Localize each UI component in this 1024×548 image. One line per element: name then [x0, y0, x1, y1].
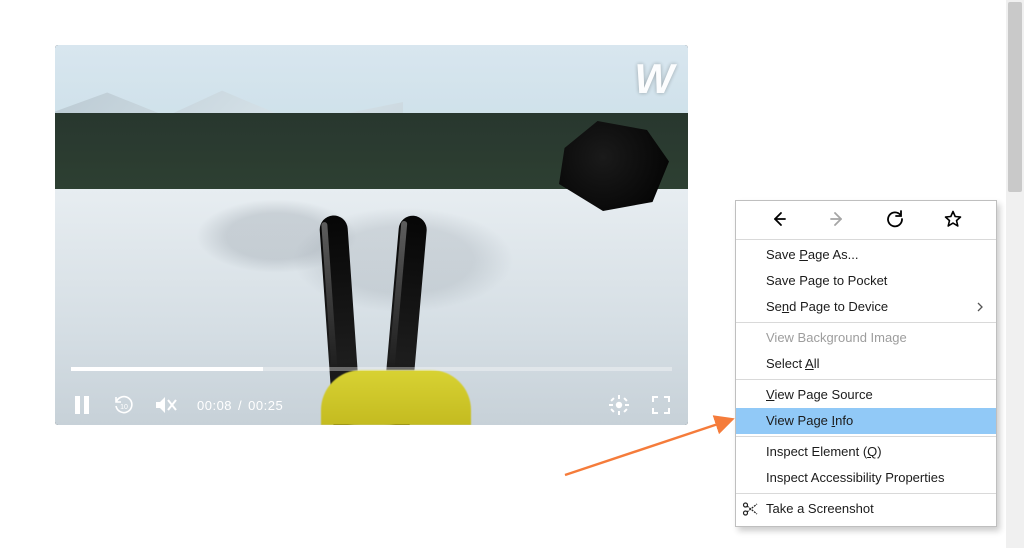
player-controls: 10 00:08 / 00:25: [55, 355, 688, 425]
pause-button[interactable]: [71, 394, 93, 416]
context-nav-row: [736, 203, 996, 237]
page-context-menu: Save Page As... Save Page to Pocket Send…: [735, 200, 997, 527]
menu-item-view-background-image: View Background Image: [736, 325, 996, 351]
time-display: 00:08 / 00:25: [197, 398, 283, 413]
fullscreen-button[interactable]: [650, 394, 672, 416]
nav-reload-button[interactable]: [885, 209, 905, 229]
page-scrollbar-thumb[interactable]: [1008, 2, 1022, 192]
nav-bookmark-button[interactable]: [943, 209, 963, 229]
chevron-right-icon: [976, 294, 984, 320]
context-menu-separator: [736, 379, 996, 380]
watermark-icon: W: [634, 55, 674, 103]
seek-bar[interactable]: [71, 367, 672, 371]
rewind-10-button[interactable]: 10: [113, 394, 135, 416]
scissors-icon: [742, 496, 758, 522]
menu-item-send-to-device[interactable]: Send Page to Device: [736, 294, 996, 320]
page-scrollbar-track[interactable]: [1006, 0, 1024, 548]
menu-item-take-screenshot[interactable]: Take a Screenshot: [736, 496, 996, 522]
menu-item-save-to-pocket[interactable]: Save Page to Pocket: [736, 268, 996, 294]
context-menu-separator: [736, 322, 996, 323]
duration: 00:25: [248, 398, 283, 413]
menu-item-save-page-as[interactable]: Save Page As...: [736, 242, 996, 268]
settings-button[interactable]: [608, 394, 630, 416]
menu-item-select-all[interactable]: Select All: [736, 351, 996, 377]
context-menu-separator: [736, 436, 996, 437]
context-menu-separator: [736, 493, 996, 494]
mute-button[interactable]: [155, 394, 177, 416]
menu-item-view-page-info[interactable]: View Page Info: [736, 408, 996, 434]
menu-item-inspect-accessibility[interactable]: Inspect Accessibility Properties: [736, 465, 996, 491]
svg-text:10: 10: [120, 404, 128, 411]
video-player[interactable]: W 10 00:08 / 00:25: [55, 45, 688, 425]
nav-back-button[interactable]: [769, 209, 789, 229]
time-separator: /: [238, 398, 242, 413]
current-time: 00:08: [197, 398, 232, 413]
nav-forward-button[interactable]: [827, 209, 847, 229]
context-menu-separator: [736, 239, 996, 240]
menu-item-inspect-element[interactable]: Inspect Element (Q): [736, 439, 996, 465]
menu-item-view-page-source[interactable]: View Page Source: [736, 382, 996, 408]
